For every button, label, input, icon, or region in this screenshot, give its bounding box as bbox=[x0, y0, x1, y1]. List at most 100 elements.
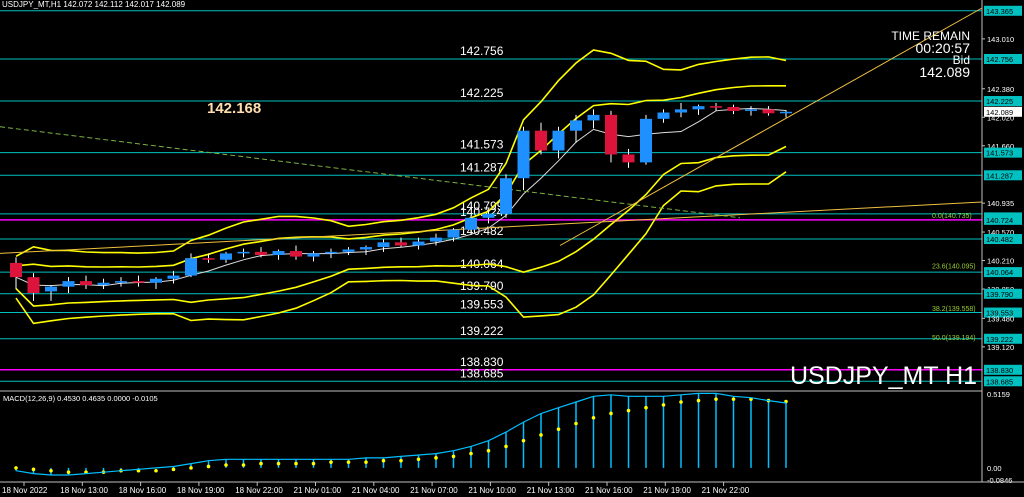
level-label: 142.756 bbox=[460, 44, 504, 58]
candle-body bbox=[762, 109, 775, 114]
level-label: 141.573 bbox=[460, 138, 504, 152]
macd-signal-dot bbox=[486, 448, 491, 453]
macd-signal-dot bbox=[731, 397, 736, 401]
fib-label: 50.0(139.194) bbox=[932, 335, 976, 342]
macd-signal-dot bbox=[539, 433, 543, 437]
candle-body bbox=[552, 130, 565, 151]
candle-body bbox=[97, 282, 110, 286]
candle-body bbox=[255, 251, 267, 255]
candle-body bbox=[10, 262, 22, 278]
candle-body bbox=[202, 258, 215, 260]
candle-body bbox=[622, 154, 635, 163]
macd-signal-dot bbox=[49, 468, 53, 473]
price-tick-label: 140.935 bbox=[987, 199, 1014, 208]
candle-body bbox=[80, 281, 92, 286]
candle-body bbox=[517, 130, 530, 179]
candle-body bbox=[150, 278, 162, 283]
price-box-label: 140.064 bbox=[986, 268, 1013, 277]
time-axis: 18 Nov 2022 18 Nov 13:00 18 Nov 16:00 18 No… bbox=[0, 481, 1024, 495]
macd-signal-dot bbox=[469, 451, 473, 456]
candle-body bbox=[185, 258, 197, 276]
candle-body bbox=[727, 106, 740, 111]
macd-pane: MACD(12,26,9) 0.4530 0.4635 0.0000 -0.01… bbox=[3, 392, 788, 476]
trend-line bbox=[0, 126, 741, 219]
macd-signal-dot bbox=[154, 468, 158, 473]
price-tick-label: 142.020 bbox=[987, 113, 1014, 122]
price-box-label: 141.287 bbox=[986, 171, 1013, 180]
price-box-label: 143.365 bbox=[986, 7, 1013, 16]
candle-body bbox=[307, 253, 320, 257]
candle-body bbox=[360, 247, 372, 250]
time-label: 18 Nov 2022 bbox=[2, 486, 48, 495]
candle-body bbox=[167, 275, 180, 279]
macd-signal-dot bbox=[329, 460, 333, 464]
symbol-watermark: USDJPY_MT H1 bbox=[790, 362, 978, 390]
level-label: 140.724 bbox=[460, 205, 504, 219]
price-box-label: 140.482 bbox=[986, 235, 1013, 244]
price-axis: 143.365 143.010 142.756 142.380 142.225 142.0… bbox=[981, 0, 1022, 485]
candle-body bbox=[640, 118, 652, 163]
macd-signal-dot bbox=[31, 467, 36, 472]
macd-signal-dot bbox=[679, 400, 683, 404]
fib-label: 38.2(139.558) bbox=[932, 306, 976, 313]
candle-body bbox=[605, 114, 617, 155]
candle-body bbox=[692, 106, 705, 110]
price-box-label: 138.685 bbox=[986, 377, 1013, 386]
candle-body bbox=[377, 242, 390, 248]
candle-body bbox=[447, 229, 460, 238]
fib-label: 23.6(140.095) bbox=[932, 264, 976, 271]
candle-body bbox=[675, 109, 687, 113]
price-box-label: 140.724 bbox=[986, 216, 1013, 225]
macd-signal-dot bbox=[346, 460, 351, 464]
macd-signal-dot bbox=[609, 411, 613, 416]
macd-signal-dot bbox=[696, 398, 701, 403]
fib-label: 0.0(140.735) bbox=[932, 213, 972, 220]
macd-tick-label: -0.0846 bbox=[987, 476, 1012, 485]
candle-body bbox=[27, 277, 40, 293]
price-chart[interactable]: 142.756142.225141.573141.287140.799140.7… bbox=[0, 0, 1024, 497]
macd-signal-dot bbox=[591, 415, 596, 420]
macd-signal-dot bbox=[276, 461, 281, 466]
band-line bbox=[15, 145, 787, 307]
macd-signal-dot bbox=[294, 461, 298, 466]
price-box-label: 142.225 bbox=[986, 97, 1013, 106]
time-label: 21 Nov 01:00 bbox=[294, 486, 342, 495]
macd-signal-dot bbox=[451, 454, 456, 459]
macd-signal-dot bbox=[556, 427, 561, 432]
callout-price: 142.168 bbox=[207, 100, 262, 117]
candle-body bbox=[62, 281, 75, 287]
price-tick-label: 143.010 bbox=[987, 35, 1014, 44]
macd-signal-dot bbox=[224, 463, 228, 467]
candle-body bbox=[220, 253, 232, 260]
candle-body bbox=[587, 114, 600, 121]
price-tick-label: 142.380 bbox=[987, 85, 1014, 94]
chart-header: USDJPY_MT,H1 142.072 142.112 142.017 142… bbox=[2, 0, 186, 9]
macd-signal-dot bbox=[434, 456, 438, 460]
candle-body bbox=[290, 251, 302, 257]
price-box-label: 142.756 bbox=[986, 55, 1013, 64]
time-label: 21 Nov 22:00 bbox=[702, 486, 750, 495]
macd-signal-dot bbox=[241, 463, 246, 467]
price-box-label: 141.573 bbox=[986, 149, 1013, 158]
level-label: 142.225 bbox=[460, 86, 504, 100]
macd-signal-dot bbox=[714, 397, 718, 401]
band-line bbox=[15, 49, 787, 258]
price-tick-label: 140.210 bbox=[987, 257, 1014, 266]
macd-tick-label: 0.00 bbox=[987, 464, 1002, 473]
candle-body bbox=[395, 242, 407, 246]
candle-body bbox=[745, 109, 757, 111]
price-tick-label: 139.480 bbox=[987, 314, 1014, 323]
candle-body bbox=[45, 286, 57, 292]
macd-signal-dot bbox=[626, 408, 631, 413]
macd-signal-dot bbox=[644, 405, 648, 410]
macd-signal-dot bbox=[504, 444, 508, 449]
candle-body bbox=[237, 251, 250, 254]
level-label: 139.553 bbox=[460, 298, 504, 312]
candle-body bbox=[482, 213, 495, 218]
candle-body bbox=[430, 237, 442, 242]
macd-signal-dot bbox=[206, 464, 211, 469]
bid-value: 142.089 bbox=[919, 64, 970, 80]
time-label: 21 Nov 04:00 bbox=[352, 486, 400, 495]
main-price-pane: 142.756142.225141.573141.287140.799140.7… bbox=[0, 7, 983, 392]
candle-body bbox=[325, 251, 337, 254]
